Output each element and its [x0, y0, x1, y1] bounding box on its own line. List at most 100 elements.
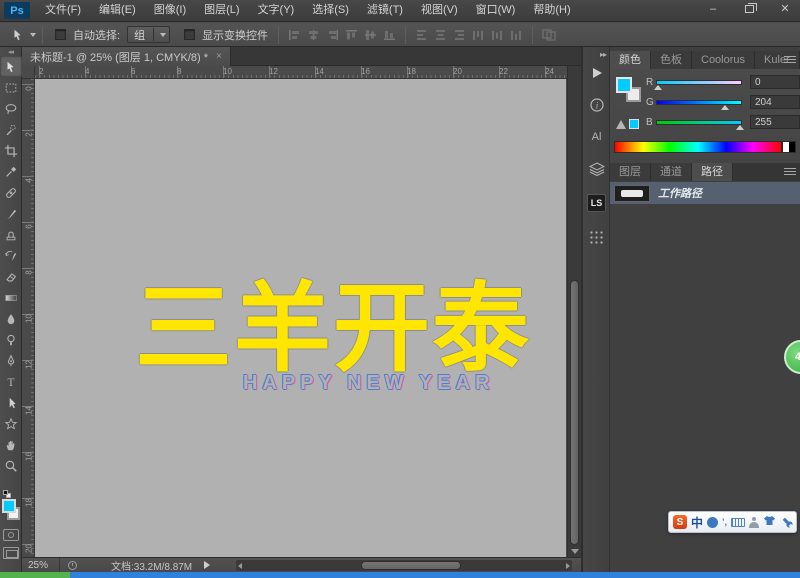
soft-keyboard-icon[interactable] [731, 517, 746, 527]
distribute-left-edges-button[interactable] [469, 26, 488, 44]
quick-mask-button[interactable] [3, 529, 19, 541]
align-bottom-edges-button[interactable] [380, 26, 399, 44]
foreground-color-swatch[interactable] [2, 499, 16, 513]
restore-button[interactable] [738, 2, 760, 17]
document-tab[interactable]: 未标题-1 @ 25% (图层 1, CMYK/8) * × [22, 47, 231, 66]
panel-foreground-swatch[interactable] [616, 77, 632, 93]
scroll-left-icon[interactable] [238, 563, 242, 569]
document-canvas[interactable]: 三羊开泰 HAPPY NEW YEAR [35, 79, 566, 557]
blue-value-field[interactable]: 255 [750, 115, 800, 129]
brush-tool[interactable] [0, 203, 22, 224]
ruler-origin-corner[interactable] [22, 66, 35, 79]
full-half-width-icon[interactable] [707, 516, 719, 528]
blue-slider-handle[interactable] [736, 124, 744, 130]
layers-panel-icon[interactable] [585, 157, 608, 181]
work-path-row[interactable]: 工作路径 [610, 182, 800, 204]
show-transform-checkbox[interactable] [184, 29, 196, 40]
move-tool-preset-icon[interactable] [8, 26, 27, 44]
red-value-field[interactable]: 0 [750, 75, 800, 89]
panel-menu-icon[interactable] [784, 56, 796, 64]
expand-panels-icon[interactable]: ▸▸ [600, 50, 607, 59]
scroll-down-icon[interactable] [571, 549, 579, 554]
crop-tool[interactable] [0, 140, 22, 161]
menu-layer[interactable]: 图层(L) [195, 0, 248, 21]
tab-close-icon[interactable]: × [216, 51, 222, 62]
tool-preset-dropdown-icon[interactable] [30, 32, 36, 37]
red-slider[interactable] [654, 79, 742, 90]
default-colors-icon[interactable] [3, 490, 11, 498]
distribute-top-edges-button[interactable] [412, 26, 431, 44]
zoom-level-field[interactable]: 25% [22, 557, 60, 573]
align-horizontal-centers-button[interactable] [304, 26, 323, 44]
info-panel-icon[interactable]: i [585, 93, 608, 117]
menu-window[interactable]: 窗口(W) [467, 0, 525, 21]
scroll-right-icon[interactable] [566, 563, 570, 569]
screen-mode-button[interactable] [3, 547, 19, 559]
custom-shape-tool[interactable] [0, 413, 22, 434]
gamut-warning[interactable] [616, 117, 642, 131]
close-button[interactable]: ✕ [774, 2, 796, 17]
type-tool[interactable]: T [0, 371, 22, 392]
gradient-tool[interactable] [0, 287, 22, 308]
tab-color[interactable]: 颜色 [610, 51, 651, 69]
actions-panel-icon[interactable] [585, 61, 608, 85]
align-vertical-centers-button[interactable] [361, 26, 380, 44]
skin-icon[interactable] [763, 515, 776, 529]
dodge-tool[interactable] [0, 329, 22, 350]
panel-menu-icon[interactable] [784, 168, 796, 176]
ai-panel-icon[interactable]: Al [585, 125, 608, 149]
hand-tool[interactable] [0, 434, 22, 455]
white-black-swatches[interactable] [782, 141, 796, 153]
status-flyout-icon[interactable] [204, 561, 211, 569]
rectangular-marquee-tool[interactable] [0, 77, 22, 98]
healing-brush-tool[interactable] [0, 182, 22, 203]
web-safe-swatch[interactable] [629, 119, 639, 129]
red-slider-handle[interactable] [654, 84, 662, 90]
tab-coolorus[interactable]: Coolorus [692, 51, 756, 69]
menu-edit[interactable]: 编辑(E) [90, 0, 145, 21]
ime-language-mode[interactable]: 中 [691, 514, 703, 531]
sogou-logo-icon[interactable]: S [673, 515, 687, 529]
tab-paths[interactable]: 路径 [692, 163, 733, 181]
vertical-scrollbar[interactable] [567, 66, 581, 557]
tab-layers[interactable]: 图层 [610, 163, 651, 181]
tab-swatches[interactable]: 色板 [651, 51, 692, 69]
menu-view[interactable]: 视图(V) [412, 0, 467, 21]
blur-tool[interactable] [0, 308, 22, 329]
horizontal-scrollbar[interactable] [236, 560, 572, 571]
distribute-horizontal-centers-button[interactable] [488, 26, 507, 44]
align-left-edges-button[interactable] [285, 26, 304, 44]
toolbox-collapse-icon[interactable]: ◂◂ [0, 47, 21, 56]
history-brush-tool[interactable] [0, 245, 22, 266]
lasso-tool[interactable] [0, 98, 22, 119]
clone-stamp-tool[interactable] [0, 224, 22, 245]
auto-select-checkbox[interactable] [55, 29, 66, 40]
punctuation-icon[interactable]: ’, [722, 518, 727, 527]
menu-select[interactable]: 选择(S) [303, 0, 358, 21]
vertical-ruler[interactable]: 0 2 4 6 8 10 12 14 16 18 20 [22, 79, 35, 557]
green-slider-handle[interactable] [721, 104, 729, 110]
menu-type[interactable]: 文字(Y) [249, 0, 304, 21]
account-icon[interactable] [749, 516, 760, 528]
path-selection-tool[interactable] [0, 392, 22, 413]
eyedropper-tool[interactable] [0, 161, 22, 182]
align-right-edges-button[interactable] [323, 26, 342, 44]
color-spectrum-ramp[interactable] [614, 141, 782, 153]
menu-help[interactable]: 帮助(H) [524, 0, 579, 21]
move-tool[interactable] [0, 56, 22, 77]
green-value-field[interactable]: 204 [750, 95, 800, 109]
blue-slider[interactable] [656, 119, 744, 130]
horizontal-ruler[interactable]: 2 4 6 8 10 12 14 16 18 20 22 24 [35, 66, 567, 79]
eraser-tool[interactable] [0, 266, 22, 287]
distribute-vertical-centers-button[interactable] [431, 26, 450, 44]
distribute-right-edges-button[interactable] [507, 26, 526, 44]
auto-align-layers-button[interactable] [539, 26, 558, 44]
layer-styles-panel-icon[interactable]: LS [585, 191, 608, 215]
settings-wrench-icon[interactable] [779, 516, 794, 528]
menu-file[interactable]: 文件(F) [36, 0, 90, 21]
minimize-button[interactable]: – [702, 2, 724, 17]
auto-select-target-dropdown[interactable]: 组 [127, 26, 171, 43]
quick-selection-tool[interactable] [0, 119, 22, 140]
menu-image[interactable]: 图像(I) [145, 0, 195, 21]
horizontal-scrollbar-thumb[interactable] [361, 561, 461, 570]
